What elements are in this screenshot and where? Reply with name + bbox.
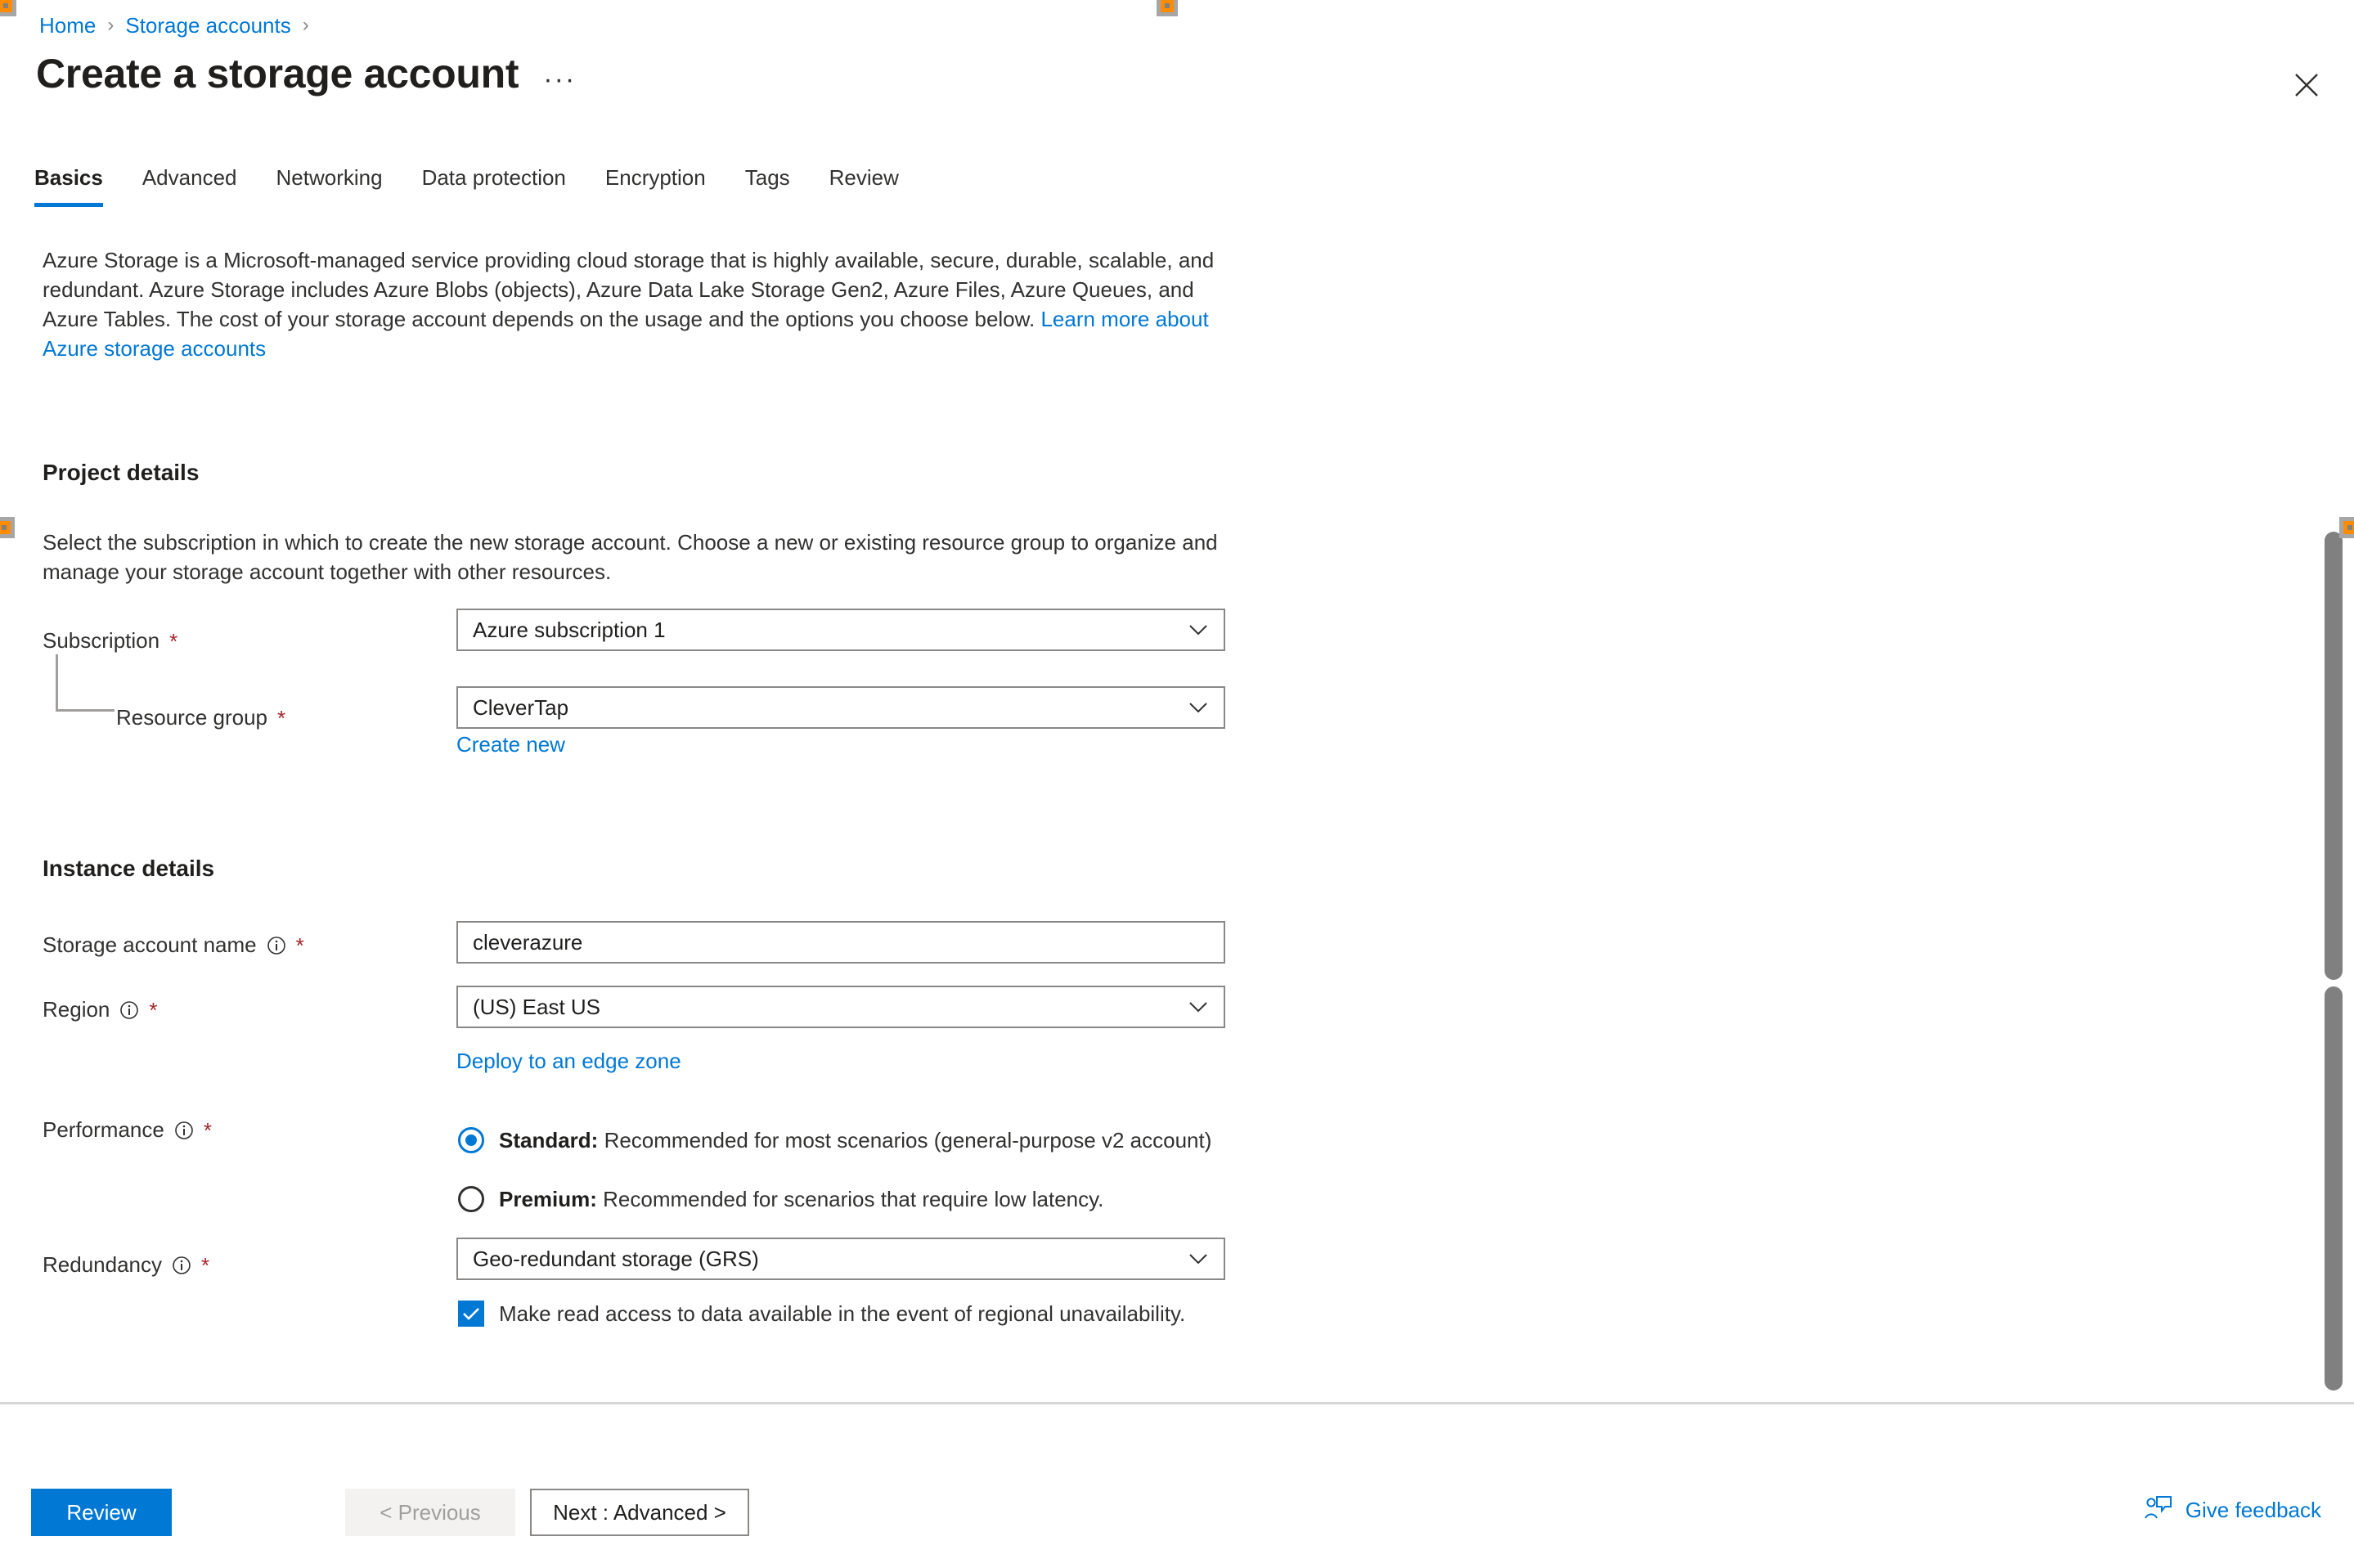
close-button[interactable] [2284, 62, 2329, 108]
performance-option-standard[interactable]: Standard: Recommended for most scenarios… [458, 1127, 1211, 1153]
subscription-required-star: * [169, 628, 178, 654]
radio-premium-icon[interactable] [458, 1186, 484, 1212]
scrollbar-thumb-upper[interactable] [2325, 532, 2343, 980]
performance-label-text: Performance [43, 1117, 164, 1142]
redundancy-required-star: * [201, 1252, 210, 1278]
tab-encryption[interactable]: Encryption [586, 165, 726, 207]
feedback-icon [2144, 1495, 2172, 1525]
edge-marker-right [2339, 517, 2354, 538]
page-title-row: Create a storage account ··· [36, 51, 576, 97]
resource-group-label-text: Resource group [116, 705, 267, 730]
info-icon[interactable] [172, 1256, 191, 1275]
performance-label: Performance * [43, 1117, 212, 1143]
redundancy-read-access-label: Make read access to data available in th… [499, 1301, 1186, 1326]
page-title: Create a storage account [36, 51, 519, 97]
subscription-value: Azure subscription 1 [473, 617, 666, 642]
subscription-label: Subscription * [43, 628, 177, 654]
more-options-button[interactable]: ··· [543, 52, 576, 96]
tab-tags[interactable]: Tags [726, 165, 810, 207]
info-icon[interactable] [119, 1000, 139, 1020]
scrollbar-thumb-lower[interactable] [2325, 986, 2343, 1391]
region-label: Region * [43, 997, 158, 1022]
resource-group-tree-connector [56, 654, 115, 712]
create-new-resource-group-link[interactable]: Create new [456, 732, 565, 757]
storage-account-name-input[interactable]: cleverazure [456, 921, 1225, 964]
vertical-scrollbar[interactable] [2325, 532, 2343, 1391]
resource-group-value: CleverTap [473, 694, 569, 720]
close-icon [2295, 74, 2318, 97]
tab-networking[interactable]: Networking [257, 165, 402, 207]
breadcrumb-item-home[interactable]: Home [39, 15, 96, 36]
chevron-down-icon [1188, 697, 1209, 718]
resource-group-dropdown[interactable]: CleverTap [456, 686, 1225, 729]
checkbox-checked-icon[interactable] [458, 1301, 484, 1327]
tab-basics[interactable]: Basics [34, 165, 123, 207]
review-button[interactable]: Review [31, 1489, 172, 1536]
chevron-down-icon [1188, 619, 1209, 640]
section-heading-project-details: Project details [43, 460, 200, 485]
deploy-edge-zone-link[interactable]: Deploy to an edge zone [456, 1049, 681, 1074]
chevron-down-icon [1188, 996, 1209, 1018]
storage-account-name-value: cleverazure [473, 929, 583, 955]
performance-premium-text: Recommended for scenarios that require l… [596, 1186, 1104, 1211]
breadcrumb-separator-icon-2: › [302, 14, 309, 36]
redundancy-label: Redundancy * [43, 1252, 209, 1278]
project-details-description: Select the subscription in which to crea… [43, 530, 1218, 584]
performance-option-premium[interactable]: Premium: Recommended for scenarios that … [458, 1186, 1103, 1212]
radio-standard-icon[interactable] [458, 1127, 484, 1153]
tab-review[interactable]: Review [810, 165, 919, 207]
performance-standard-bold: Standard: [499, 1127, 599, 1152]
storage-account-name-label: Storage account name * [43, 932, 304, 958]
redundancy-value: Geo-redundant storage (GRS) [473, 1246, 759, 1271]
footer-bar [0, 1404, 2354, 1568]
chevron-down-icon [1188, 1248, 1209, 1269]
performance-required-star: * [203, 1117, 212, 1143]
region-label-text: Region [43, 997, 110, 1022]
storage-account-name-required-star: * [295, 932, 304, 958]
resource-group-required-star: * [277, 705, 286, 730]
redundancy-dropdown[interactable]: Geo-redundant storage (GRS) [456, 1238, 1225, 1280]
info-icon[interactable] [267, 936, 286, 955]
redundancy-label-text: Redundancy [43, 1252, 162, 1277]
performance-option-premium-label: Premium: Recommended for scenarios that … [499, 1187, 1103, 1212]
breadcrumb: Home › Storage accounts › [39, 15, 309, 36]
breadcrumb-separator-icon: › [107, 14, 115, 36]
tab-advanced[interactable]: Advanced [123, 165, 257, 207]
breadcrumb-item-storage-accounts[interactable]: Storage accounts [125, 15, 290, 36]
edge-marker-left [0, 517, 15, 538]
redundancy-read-access-checkbox-row[interactable]: Make read access to data available in th… [458, 1301, 1185, 1327]
previous-button: < Previous [345, 1489, 515, 1536]
subscription-label-text: Subscription [43, 628, 160, 653]
performance-premium-bold: Premium: [499, 1186, 597, 1211]
region-required-star: * [149, 997, 158, 1022]
tab-bar: Basics Advanced Networking Data protecti… [34, 165, 919, 207]
tab-data-protection[interactable]: Data protection [402, 165, 586, 207]
give-feedback-button[interactable]: Give feedback [2144, 1495, 2321, 1525]
performance-standard-text: Recommended for most scenarios (general-… [598, 1127, 1212, 1152]
intro-text: Azure Storage is a Microsoft-managed ser… [43, 248, 1215, 331]
section-heading-instance-details: Instance details [43, 856, 215, 881]
intro-paragraph: Azure Storage is a Microsoft-managed ser… [43, 245, 1237, 363]
storage-account-name-label-text: Storage account name [43, 932, 257, 957]
resource-group-label: Resource group * [116, 705, 285, 730]
region-value: (US) East US [473, 994, 601, 1019]
edge-marker-top-center [1157, 0, 1178, 16]
next-advanced-button[interactable]: Next : Advanced > [530, 1489, 749, 1536]
info-icon[interactable] [174, 1121, 194, 1140]
give-feedback-label: Give feedback [2185, 1498, 2321, 1522]
edge-marker-top-left [0, 0, 16, 16]
region-dropdown[interactable]: (US) East US [456, 986, 1225, 1028]
performance-option-standard-label: Standard: Recommended for most scenarios… [499, 1128, 1211, 1153]
subscription-dropdown[interactable]: Azure subscription 1 [456, 609, 1225, 651]
